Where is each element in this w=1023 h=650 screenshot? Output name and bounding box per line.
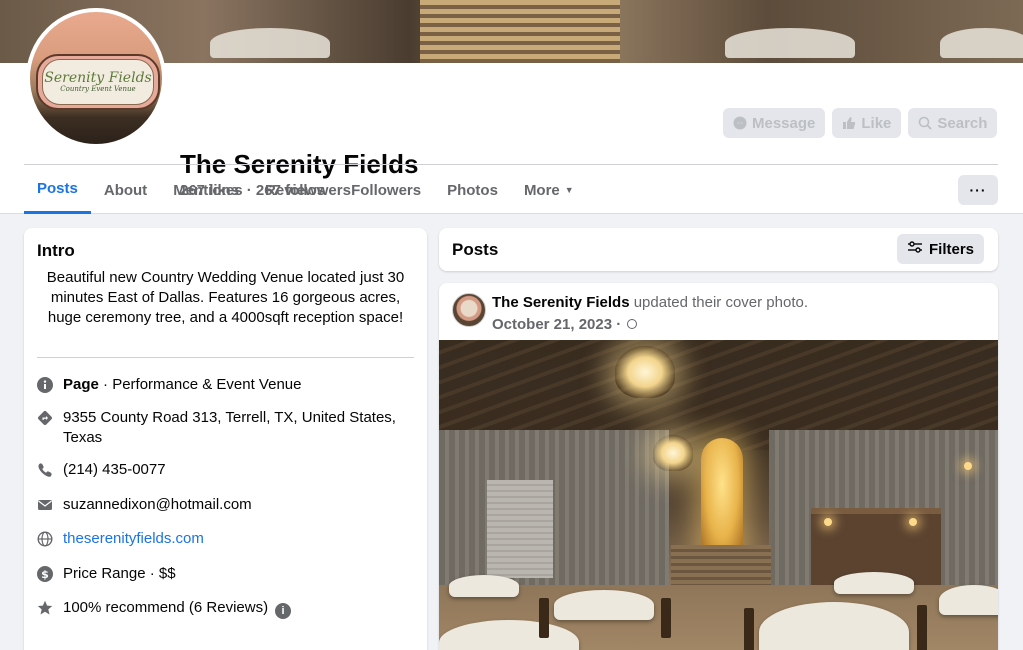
page-label: Page	[63, 376, 99, 393]
info-email[interactable]: suzannedixon@hotmail.com	[37, 495, 407, 515]
website-link[interactable]: theserenityfields.com	[63, 529, 204, 549]
photo-chair	[661, 598, 671, 638]
photo-chair	[744, 608, 754, 650]
header-divider	[24, 164, 998, 165]
info-page-category: Page · Performance & Event Venue	[37, 375, 407, 395]
photo-table	[554, 590, 654, 620]
svg-text:$: $	[41, 568, 49, 581]
post-author-name[interactable]: The Serenity Fields	[492, 294, 630, 311]
page-tabs: Posts About Mentions Reviews Followers P…	[24, 166, 587, 214]
tab-mentions[interactable]: Mentions	[160, 166, 252, 214]
posts-header-card: Posts Filters	[439, 228, 998, 271]
page-actions: Message Like Search	[723, 108, 998, 138]
photo-table	[834, 572, 914, 594]
photo-stained-window	[701, 438, 743, 553]
post-photo[interactable]	[439, 340, 998, 650]
logo-brand-text: Serenity Fields	[44, 69, 152, 86]
cover-table	[940, 28, 1023, 58]
post-date[interactable]: October 21, 2023 ·	[492, 316, 621, 333]
photo-table	[449, 575, 519, 597]
directions-icon	[37, 410, 53, 426]
photo-steps	[671, 545, 771, 590]
search-button-label: Search	[937, 114, 988, 132]
cover-table	[725, 28, 855, 58]
info-address[interactable]: 9355 County Road 313, Terrell, TX, Unite…	[37, 408, 407, 448]
thumbs-up-icon	[842, 116, 856, 130]
search-icon	[918, 116, 933, 130]
intro-divider	[37, 357, 414, 358]
tab-more-label: More	[523, 181, 560, 199]
intro-bio: Beautiful new Country Wedding Venue loca…	[46, 269, 405, 326]
tab-about[interactable]: About	[91, 166, 160, 214]
page-category: · Performance & Event Venue	[98, 376, 302, 393]
like-button[interactable]: Like	[832, 108, 902, 138]
dollar-icon: $	[37, 566, 53, 582]
photo-chandelier	[615, 346, 675, 398]
photo-door	[487, 480, 553, 578]
posts-title: Posts	[452, 240, 499, 259]
globe-icon	[37, 531, 53, 547]
address-text: 9355 County Road 313, Terrell, TX, Unite…	[63, 409, 396, 446]
photo-lamp	[824, 518, 832, 526]
cover-table	[210, 28, 330, 58]
post-action-text: updated their cover photo.	[629, 294, 809, 311]
tab-more[interactable]: More ▼	[511, 166, 587, 214]
photo-wall-left	[439, 430, 669, 590]
photo-lamp	[964, 462, 972, 470]
tab-reviews[interactable]: Reviews	[252, 166, 338, 214]
info-website[interactable]: theserenityfields.com	[37, 529, 407, 549]
intro-card: Intro Beautiful new Country Wedding Venu…	[24, 228, 427, 650]
price-range-text: Price Range · $$	[63, 565, 176, 582]
more-options-button[interactable]: ···	[958, 175, 998, 205]
phone-icon	[37, 462, 53, 478]
filters-button[interactable]: Filters	[896, 234, 984, 264]
logo-badge: Serenity Fields Country Event Venue	[36, 54, 160, 110]
intro-title: Intro	[37, 241, 75, 260]
message-button[interactable]: Message	[723, 108, 826, 138]
filters-label: Filters	[928, 240, 974, 258]
photo-chair	[539, 598, 549, 638]
phone-text: (214) 435-0077	[63, 461, 166, 478]
logo-subtitle-text: Country Event Venue	[60, 84, 136, 93]
tab-photos[interactable]: Photos	[434, 166, 511, 214]
tab-followers[interactable]: Followers	[338, 166, 434, 214]
star-icon	[37, 600, 53, 616]
envelope-icon	[37, 497, 53, 513]
photo-chandelier	[653, 435, 693, 471]
post-card: The Serenity Fields updated their cover …	[439, 283, 998, 650]
search-button[interactable]: Search	[908, 108, 998, 138]
post-author-avatar[interactable]	[452, 293, 486, 327]
info-phone[interactable]: (214) 435-0077	[37, 460, 407, 480]
message-button-label: Message	[752, 114, 816, 132]
post-meta: October 21, 2023 ·	[492, 316, 638, 333]
info-price-range: $ Price Range · $$	[37, 564, 407, 584]
cover-stairs	[420, 0, 620, 63]
messenger-icon	[733, 116, 747, 130]
info-circle-icon	[37, 377, 53, 393]
sliders-icon	[907, 240, 923, 258]
photo-table	[939, 585, 998, 615]
profile-avatar[interactable]: Serenity Fields Country Event Venue	[26, 8, 166, 148]
caret-down-icon: ▼	[564, 185, 574, 195]
tab-posts[interactable]: Posts	[24, 166, 91, 214]
photo-lamp	[909, 518, 917, 526]
email-text: suzannedixon@hotmail.com	[63, 496, 252, 513]
like-button-label: Like	[861, 114, 892, 132]
photo-chair	[917, 605, 927, 650]
info-icon[interactable]: i	[275, 603, 292, 619]
public-globe-icon	[627, 319, 638, 329]
recommend-text: 100% recommend (6 Reviews)	[63, 599, 269, 616]
post-headline: The Serenity Fields updated their cover …	[492, 294, 808, 311]
info-recommend: 100% recommend (6 Reviews) i	[37, 598, 407, 619]
